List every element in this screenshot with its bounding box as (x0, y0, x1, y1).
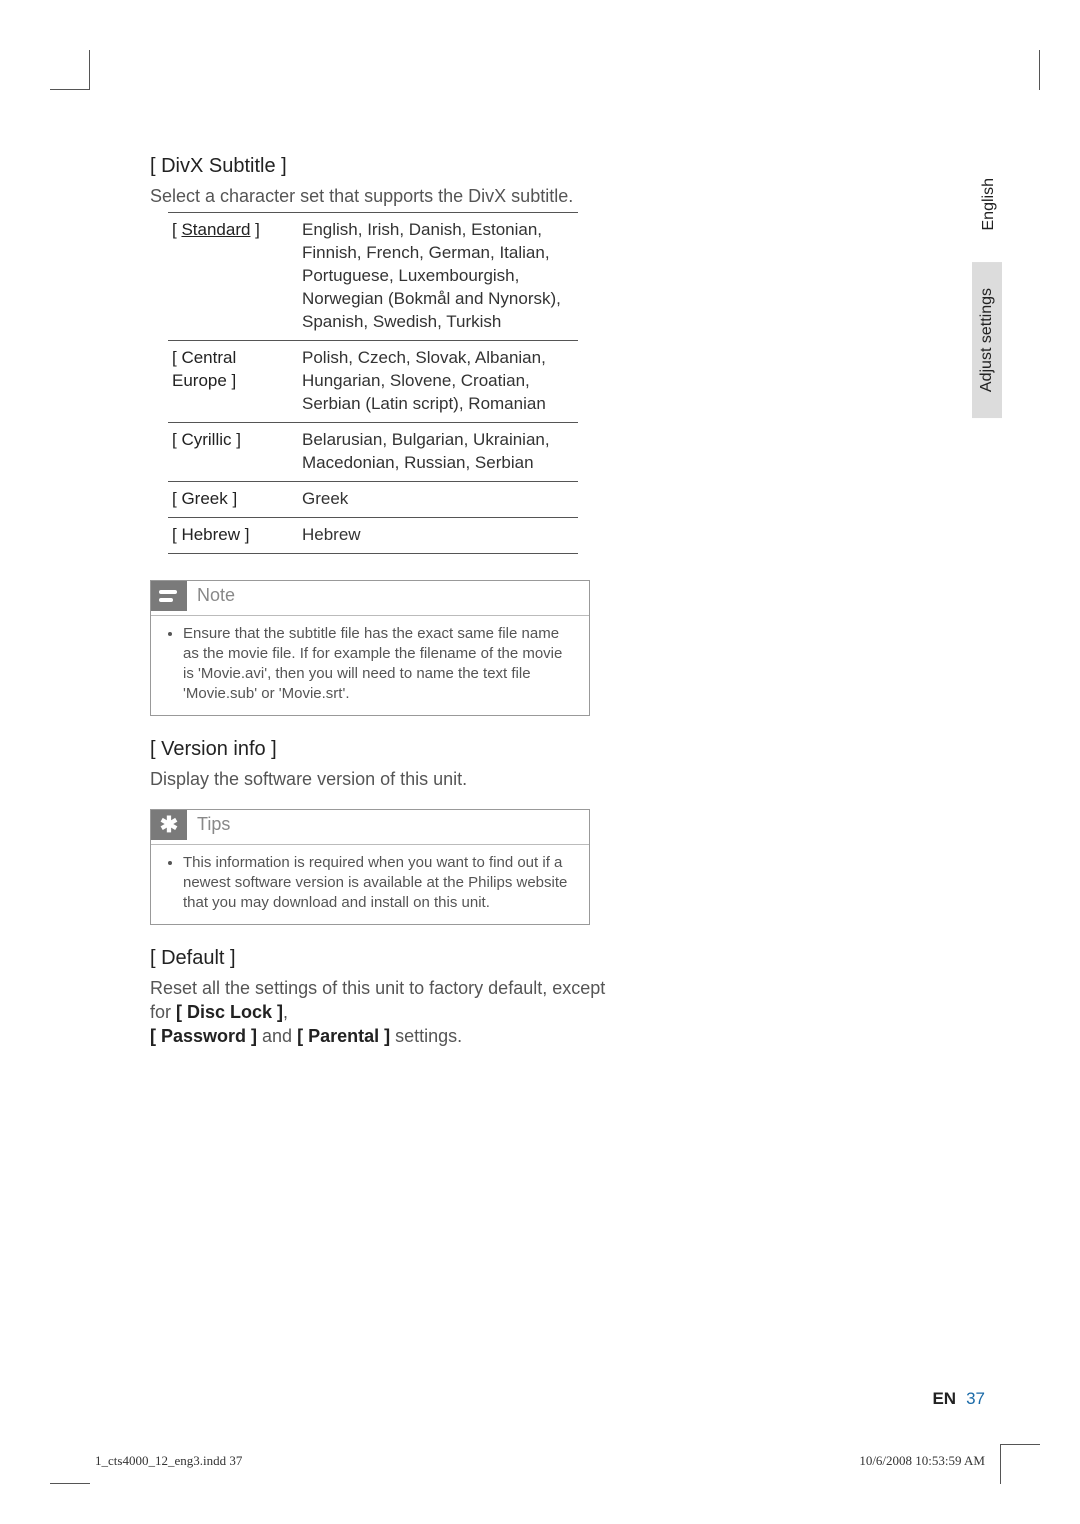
charset-label: [ Hebrew ] (168, 517, 298, 553)
crop-mark-bl (50, 1483, 90, 1484)
tips-box: ✱ Tips This information is required when… (150, 809, 590, 925)
print-footer: 1_cts4000_12_eng3.indd 37 10/6/2008 10:5… (95, 1453, 985, 1469)
version-heading: [ Version info ] (150, 738, 610, 761)
default-heading: [ Default ] (150, 947, 610, 970)
table-row: [ Greek ] Greek (168, 481, 578, 517)
charset-value: Hebrew (298, 517, 578, 553)
charset-value: Polish, Czech, Slovak, Albanian, Hungari… (298, 340, 578, 422)
table-row: [ Hebrew ] Hebrew (168, 517, 578, 553)
note-title: Note (197, 585, 235, 606)
tips-title: Tips (197, 814, 230, 835)
parental-label: [ Parental ] (297, 1026, 390, 1046)
charset-value: Greek (298, 481, 578, 517)
note-box: Note Ensure that the subtitle ﬁle has th… (150, 580, 590, 716)
footer-right: 10/6/2008 10:53:59 AM (859, 1453, 985, 1469)
language-tab: English (976, 168, 1002, 240)
charset-label: [ Cyrillic ] (168, 422, 298, 481)
crop-mark-tr (1039, 50, 1040, 90)
table-row: [ Standard ] English, Irish, Danish, Est… (168, 213, 578, 341)
charset-label: [ Greek ] (168, 481, 298, 517)
table-row: [ Central Europe ] Polish, Czech, Slovak… (168, 340, 578, 422)
version-desc: Display the software version of this uni… (150, 767, 610, 791)
default-desc: Reset all the settings of this unit to f… (150, 976, 610, 1049)
charset-label: [ Central Europe ] (168, 340, 298, 422)
disc-lock-label: [ Disc Lock ] (176, 1002, 283, 1022)
tips-icon: ✱ (151, 810, 187, 840)
main-column: [ DivX Subtitle ] Select a character set… (150, 155, 610, 1052)
tips-body: This information is required when you wa… (183, 853, 577, 914)
divx-subtitle-desc: Select a character set that supports the… (150, 184, 610, 208)
password-label: [ Password ] (150, 1026, 257, 1046)
charset-value: English, Irish, Danish, Estonian, Finnis… (298, 213, 578, 341)
note-icon (151, 581, 187, 611)
section-tab: Adjust settings (972, 262, 1002, 418)
crop-mark-br (1000, 1444, 1040, 1484)
crop-mark-tl (50, 50, 90, 90)
footer-left: 1_cts4000_12_eng3.indd 37 (95, 1453, 242, 1469)
divx-subtitle-heading: [ DivX Subtitle ] (150, 155, 610, 178)
charset-label-standard: [ Standard ] (168, 213, 298, 341)
table-row: [ Cyrillic ] Belarusian, Bulgarian, Ukra… (168, 422, 578, 481)
note-body: Ensure that the subtitle ﬁle has the exa… (183, 624, 577, 705)
side-tabs: English Adjust settings (972, 168, 1002, 419)
charset-value: Belarusian, Bulgarian, Ukrainian, Macedo… (298, 422, 578, 481)
page-number: EN37 (932, 1389, 985, 1409)
charset-table: [ Standard ] English, Irish, Danish, Est… (168, 212, 578, 553)
